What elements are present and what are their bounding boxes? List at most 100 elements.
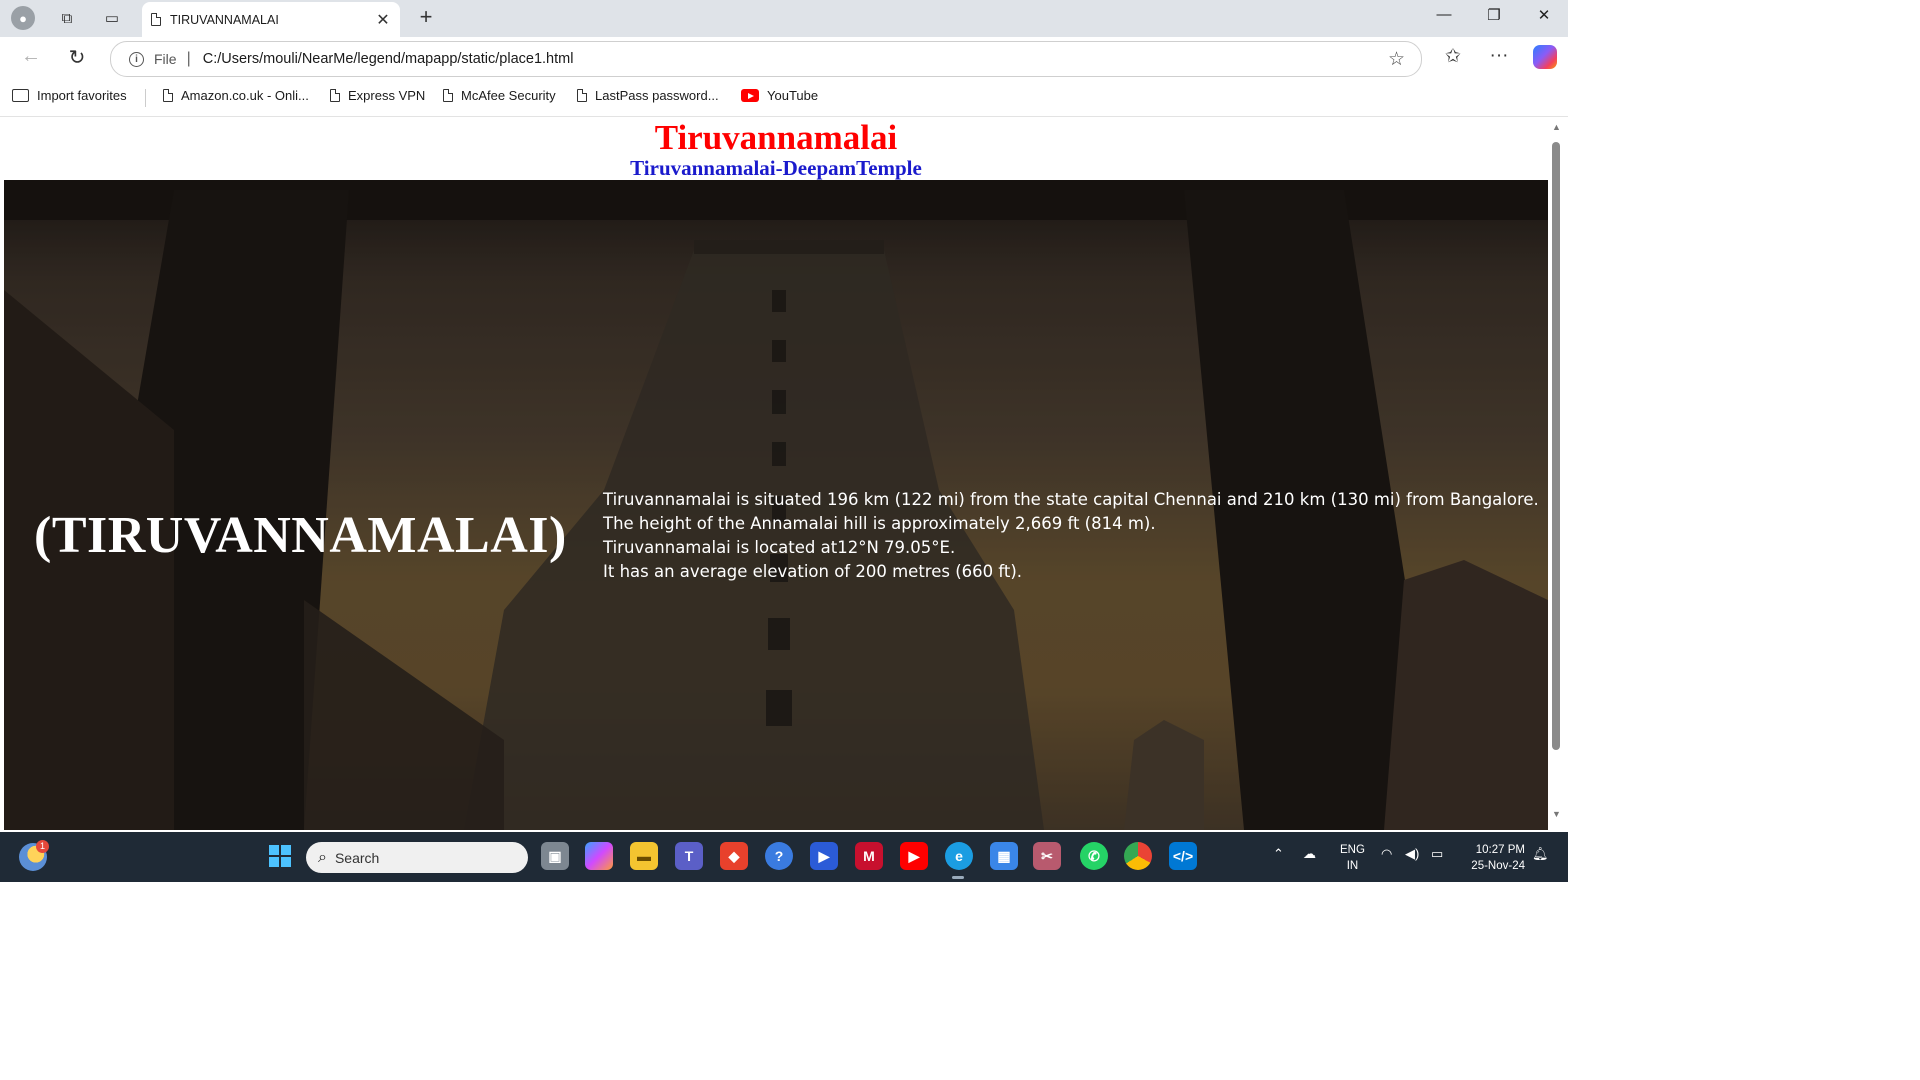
favorite-label: Import favorites bbox=[37, 88, 127, 103]
back-button[interactable]: ← bbox=[16, 45, 46, 71]
show-hidden-icons[interactable]: ⌃ bbox=[1273, 846, 1284, 862]
new-tab-button[interactable]: + bbox=[412, 4, 440, 30]
favorite-import[interactable]: Import favorites bbox=[12, 88, 127, 103]
favorite-label: Express VPN bbox=[348, 88, 426, 103]
favorite-label: YouTube bbox=[767, 88, 819, 103]
favorite-youtube[interactable]: YouTube bbox=[741, 88, 818, 103]
favorite-label: Amazon.co.uk - Onli... bbox=[181, 88, 309, 103]
page-viewport: Tiruvannamalai Tiruvannamalai-DeepamTemp… bbox=[4, 117, 1548, 830]
favorite-label: LastPass password... bbox=[595, 88, 719, 103]
tab-actions-icon: ▭ bbox=[104, 10, 120, 27]
onedrive-icon[interactable]: ☁ bbox=[1303, 846, 1316, 862]
place-info: Tiruvannamalai is situated 196 km (122 m… bbox=[603, 488, 1539, 584]
clock-date: 25-Nov-24 bbox=[1471, 860, 1525, 872]
mcafee-icon[interactable]: M bbox=[855, 842, 883, 870]
more-options-icon: ··· bbox=[1489, 45, 1509, 66]
address-divider: | bbox=[186, 50, 191, 67]
copilot-icon[interactable] bbox=[1533, 45, 1557, 69]
language-code: ENG bbox=[1340, 844, 1365, 856]
import-favorites-icon bbox=[12, 89, 29, 102]
youtube-icon bbox=[741, 89, 759, 102]
youtube-app-icon[interactable]: ▶ bbox=[900, 842, 928, 870]
info-coordinates: Tiruvannamalai is located at12°N 79.05°E… bbox=[603, 538, 956, 557]
page-title: Tiruvannamalai bbox=[654, 118, 898, 157]
clock-time: 10:27 PM bbox=[1475, 844, 1525, 856]
search-placeholder: Search bbox=[334, 849, 380, 866]
media-app-icon[interactable]: ▶ bbox=[810, 842, 838, 870]
close-window-button[interactable]: ✕ bbox=[1524, 6, 1564, 24]
page-subtitle: Tiruvannamalai-DeepamTemple bbox=[630, 156, 922, 180]
vscode-icon[interactable]: </> bbox=[1169, 842, 1197, 870]
workspaces-icon: ⧉ bbox=[61, 9, 73, 27]
page-header: Tiruvannamalai Tiruvannamalai-DeepamTemp… bbox=[4, 117, 1548, 180]
volume-icon[interactable]: ◀) bbox=[1405, 846, 1419, 862]
windows-logo-icon bbox=[269, 845, 291, 867]
profile-button[interactable]: ● bbox=[8, 4, 38, 32]
favorite-express-vpn[interactable]: Express VPN bbox=[330, 88, 425, 103]
input-language[interactable]: ENG IN bbox=[1340, 842, 1365, 874]
minimize-button[interactable]: — bbox=[1424, 6, 1464, 23]
info-hill-height: The height of the Annamalai hill is appr… bbox=[603, 514, 1156, 533]
task-view-icon[interactable]: ▣ bbox=[541, 842, 569, 870]
hero-place-name: (TIRUVANNAMALAI) bbox=[34, 507, 567, 564]
page-icon bbox=[443, 88, 454, 102]
office-app-icon[interactable]: ◆ bbox=[720, 842, 748, 870]
close-tab-icon[interactable]: ✕ bbox=[372, 10, 394, 30]
url-text[interactable]: C:/Users/mouli/NearMe/legend/mapapp/stat… bbox=[203, 51, 1388, 67]
refresh-button[interactable]: ↻ bbox=[62, 45, 92, 71]
page-icon bbox=[577, 88, 588, 102]
store-icon[interactable]: ▦ bbox=[990, 842, 1018, 870]
navigation-bar: ← ↻ i File | C:/Users/mouli/NearMe/legen… bbox=[0, 37, 1568, 79]
copilot-app-icon[interactable] bbox=[585, 842, 613, 870]
edge-icon[interactable]: e bbox=[945, 842, 973, 870]
page-icon bbox=[330, 88, 341, 102]
favorites-list-icon: ✩ bbox=[1445, 46, 1461, 67]
file-explorer-icon[interactable]: ▬ bbox=[630, 842, 658, 870]
favorite-label: McAfee Security bbox=[461, 88, 556, 103]
favorites-divider bbox=[145, 89, 146, 107]
address-bar[interactable]: i File | C:/Users/mouli/NearMe/legend/ma… bbox=[110, 41, 1422, 77]
whatsapp-icon[interactable]: ✆ bbox=[1080, 842, 1108, 870]
notifications-icon[interactable]: 🔔︎ bbox=[1532, 846, 1549, 862]
workspaces-button[interactable]: ⧉ bbox=[52, 4, 82, 32]
chrome-icon[interactable] bbox=[1124, 842, 1152, 870]
favorite-star-icon[interactable]: ☆ bbox=[1388, 48, 1405, 71]
weather-badge: 1 bbox=[36, 840, 49, 853]
temple-hero-image: (TIRUVANNAMALAI) Tiruvannamalai is situa… bbox=[4, 180, 1548, 830]
back-arrow-icon: ← bbox=[21, 45, 41, 67]
scheme-label: File bbox=[154, 51, 177, 67]
refresh-icon: ↻ bbox=[68, 47, 86, 69]
favorites-bar: Import favorites Amazon.co.uk - Onli... … bbox=[0, 79, 1568, 117]
snipping-tool-icon[interactable]: ✂ bbox=[1033, 842, 1061, 870]
battery-icon[interactable]: ▭ bbox=[1431, 846, 1443, 862]
info-elevation: It has an average elevation of 200 metre… bbox=[603, 562, 1023, 581]
tab-title: TIRUVANNAMALAI bbox=[170, 12, 279, 27]
get-help-icon[interactable]: ? bbox=[765, 842, 793, 870]
page-icon bbox=[151, 12, 162, 26]
windows-taskbar: ⌕ Search ▣ ▬ T ◆ ? ▶ M ▶ e ▦ ✂ ✆ </> ⌃ ☁… bbox=[0, 832, 1568, 882]
teams-icon[interactable]: T bbox=[675, 842, 703, 870]
favorite-mcafee[interactable]: McAfee Security bbox=[443, 88, 556, 103]
edge-active-indicator bbox=[952, 876, 964, 879]
page-icon bbox=[163, 88, 174, 102]
browser-title-bar: ● ⧉ ▭ TIRUVANNAMALAI ✕ + — ❐ ✕ bbox=[0, 0, 1568, 37]
favorite-lastpass[interactable]: LastPass password... bbox=[577, 88, 719, 103]
settings-menu-button[interactable]: ··· bbox=[1484, 45, 1514, 67]
system-clock[interactable]: 10:27 PM 25-Nov-24 bbox=[1463, 842, 1525, 874]
info-distance: Tiruvannamalai is situated 196 km (122 m… bbox=[603, 490, 1539, 509]
vertical-tabs-button[interactable]: ▭ bbox=[97, 4, 127, 32]
restore-button[interactable]: ❐ bbox=[1474, 6, 1514, 24]
active-tab[interactable]: TIRUVANNAMALAI ✕ bbox=[142, 2, 400, 37]
site-info-icon[interactable]: i bbox=[129, 51, 144, 67]
scroll-thumb[interactable] bbox=[1552, 142, 1560, 750]
start-button[interactable] bbox=[266, 842, 294, 870]
scroll-down-icon[interactable]: ▼ bbox=[1552, 809, 1561, 819]
favorites-button[interactable]: ✩ bbox=[1438, 45, 1468, 68]
taskbar-search[interactable]: ⌕ Search bbox=[306, 842, 528, 873]
wifi-icon[interactable]: ◠ bbox=[1381, 846, 1392, 862]
profile-icon: ● bbox=[11, 6, 35, 30]
search-icon: ⌕ bbox=[318, 848, 327, 866]
favorite-amazon[interactable]: Amazon.co.uk - Onli... bbox=[163, 88, 309, 103]
scroll-up-icon[interactable]: ▲ bbox=[1552, 122, 1561, 132]
vertical-scrollbar[interactable]: ▲ ▼ bbox=[1548, 117, 1568, 830]
